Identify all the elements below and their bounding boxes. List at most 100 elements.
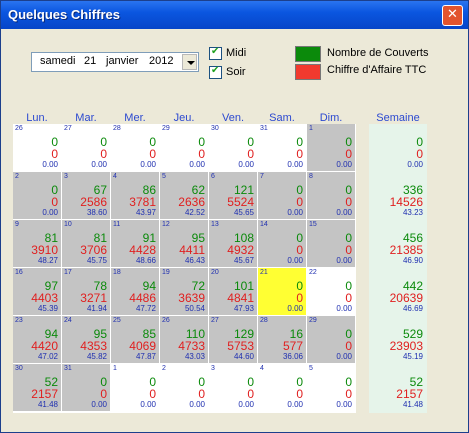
day-cell[interactable]: 27 129 5753 44.60 (209, 316, 257, 363)
day-cell[interactable]: 23 94 4420 47.02 (13, 316, 61, 363)
week-average-value: 46.69 (402, 304, 423, 313)
revenue-value: 0 (51, 147, 58, 161)
day-cell[interactable]: 29 0 0 0.00 (307, 316, 355, 363)
day-header-thu: Jeu. (173, 112, 195, 124)
day-number: 27 (211, 317, 219, 324)
day-number: 9 (15, 221, 19, 228)
day-cell[interactable]: 10 81 3706 45.75 (62, 220, 110, 267)
revenue-value: 0 (345, 387, 352, 401)
day-number: 13 (211, 221, 219, 228)
revenue-value: 4428 (129, 243, 156, 257)
day-cell[interactable]: 31 0 0 0.00 (258, 124, 306, 171)
day-cell[interactable]: 4 0 0 0.00 (258, 364, 306, 411)
average-value: 47.87 (135, 352, 156, 361)
revenue-value: 4932 (227, 243, 254, 257)
day-number: 20 (211, 269, 219, 276)
day-cell[interactable]: 17 78 3271 41.94 (62, 268, 110, 315)
revenue-value: 2636 (178, 195, 205, 209)
legend-label-covers: Nombre de Couverts (327, 47, 429, 59)
revenue-value: 0 (296, 291, 303, 305)
close-button[interactable]: ✕ (442, 5, 463, 26)
day-cell[interactable]: 4 86 3781 43.97 (111, 172, 159, 219)
day-cell[interactable]: 1 0 0 0.00 (307, 124, 355, 171)
day-cell[interactable]: 13 108 4932 45.67 (209, 220, 257, 267)
day-cell[interactable]: 3 67 2586 38.60 (62, 172, 110, 219)
day-number: 1 (309, 125, 313, 132)
day-cell[interactable]: 3 0 0 0.00 (209, 364, 257, 411)
average-value: 0.00 (140, 400, 156, 409)
day-cell[interactable]: 22 0 0 0.00 (307, 268, 355, 315)
day-number: 3 (64, 173, 68, 180)
day-cell[interactable]: 2 0 0 0.00 (13, 172, 61, 219)
day-cell[interactable]: 9 81 3910 48.27 (13, 220, 61, 267)
average-value: 45.67 (233, 256, 254, 265)
revenue-value: 3639 (178, 291, 205, 305)
revenue-value: 0 (198, 387, 205, 401)
day-cell[interactable]: 31 0 0 0.00 (62, 364, 110, 411)
day-cell[interactable]: 19 72 3639 50.54 (160, 268, 208, 315)
day-cell[interactable]: 29 0 0 0.00 (160, 124, 208, 171)
title-bar[interactable]: Quelques Chiffres ✕ (1, 1, 468, 29)
day-cell[interactable]: 26 0 0 0.00 (13, 124, 61, 171)
day-cell[interactable]: 15 0 0 0.00 (307, 220, 355, 267)
revenue-value: 5753 (227, 339, 254, 353)
week-revenue-value: 0 (416, 147, 423, 161)
average-value: 0.00 (336, 352, 352, 361)
day-cell[interactable]: 5 62 2636 42.52 (160, 172, 208, 219)
day-cell[interactable]: 14 0 0 0.00 (258, 220, 306, 267)
day-header-sun: Dim. (319, 112, 343, 124)
soir-checkbox[interactable]: Soir (209, 65, 269, 80)
average-value: 0.00 (336, 400, 352, 409)
day-number: 2 (162, 365, 166, 372)
chevron-down-icon[interactable] (182, 54, 197, 70)
revenue-value: 0 (345, 195, 352, 209)
day-cell[interactable]: 30 52 2157 41.48 (13, 364, 61, 411)
day-number: 16 (15, 269, 23, 276)
week-total: 52 2157 41.48 (369, 364, 427, 411)
date-picker[interactable]: samedi 21 janvier 2012 (31, 52, 199, 72)
checkbox-checked-icon[interactable] (209, 65, 222, 79)
day-cell[interactable]: 8 0 0 0.00 (307, 172, 355, 219)
day-number: 5 (309, 365, 313, 372)
day-cell[interactable]: 27 0 0 0.00 (62, 124, 110, 171)
day-cell[interactable]: 28 0 0 0.00 (111, 124, 159, 171)
day-header-sat: Sam. (269, 112, 295, 124)
revenue-value: 3271 (80, 291, 107, 305)
revenue-value: 4403 (31, 291, 58, 305)
day-cell[interactable]: 12 95 4411 46.43 (160, 220, 208, 267)
day-cell[interactable]: 21 0 0 0.00 (258, 268, 306, 315)
revenue-value: 5524 (227, 195, 254, 209)
day-number: 23 (15, 317, 23, 324)
day-cell[interactable]: 28 16 577 36.06 (258, 316, 306, 363)
day-number: 2 (15, 173, 19, 180)
week-total: 529 23903 45.19 (369, 316, 427, 363)
week-revenue-value: 14526 (389, 195, 423, 209)
checkbox-checked-icon[interactable] (209, 46, 222, 60)
day-cell[interactable]: 26 110 4733 43.03 (160, 316, 208, 363)
day-cell[interactable]: 16 97 4403 45.39 (13, 268, 61, 315)
day-number: 7 (260, 173, 264, 180)
day-cell[interactable]: 5 0 0 0.00 (307, 364, 355, 411)
day-cell[interactable]: 25 85 4069 47.87 (111, 316, 159, 363)
day-cell[interactable]: 7 0 0 0.00 (258, 172, 306, 219)
day-cell[interactable]: 11 91 4428 48.66 (111, 220, 159, 267)
day-number: 30 (15, 365, 23, 372)
day-cell[interactable]: 20 101 4841 47.93 (209, 268, 257, 315)
week-average-value: 45.19 (402, 352, 423, 361)
revenue-value: 4420 (31, 339, 58, 353)
day-header-wed: Mer. (124, 112, 146, 124)
day-cell[interactable]: 24 95 4353 45.82 (62, 316, 110, 363)
day-number: 11 (113, 221, 121, 228)
day-number: 21 (260, 269, 268, 276)
average-value: 0.00 (287, 208, 303, 217)
day-cell[interactable]: 18 94 4486 47.72 (111, 268, 159, 315)
day-cell[interactable]: 1 0 0 0.00 (111, 364, 159, 411)
day-cell[interactable]: 2 0 0 0.00 (160, 364, 208, 411)
average-value: 0.00 (336, 160, 352, 169)
day-number: 17 (64, 269, 72, 276)
revenue-value: 0 (345, 243, 352, 257)
midi-checkbox[interactable]: Midi (209, 46, 269, 61)
day-cell[interactable]: 6 121 5524 45.65 (209, 172, 257, 219)
day-cell[interactable]: 30 0 0 0.00 (209, 124, 257, 171)
revenue-value: 0 (296, 195, 303, 209)
